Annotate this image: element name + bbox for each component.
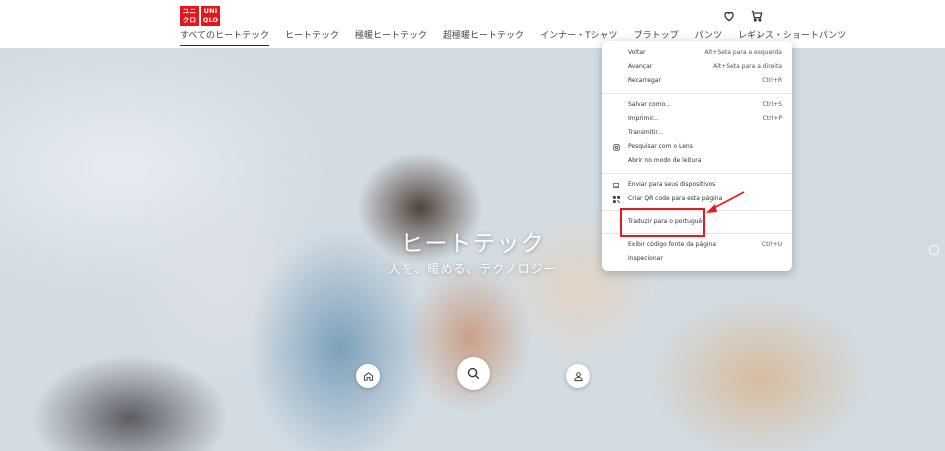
menu-item-label: Enviar para seus dispositivos (628, 180, 716, 188)
qr-code-icon (613, 195, 620, 203)
menu-item-shortcut: Alt+Seta para a direita (713, 63, 782, 71)
site-header: ユニ クロ UNI QLO すべてのヒートテック ヒートテック 極暖ヒートテック 超極… (0, 0, 945, 48)
menu-item-label: Pesquisar com o Lens (628, 143, 693, 151)
annotation-arrow-icon (706, 191, 745, 213)
menu-item[interactable]: Criar QR code para esta página (602, 192, 792, 206)
devices-icon (613, 182, 619, 188)
hero-subtitle: 人を、暖める、テクノロジー (388, 262, 557, 276)
header-icons (722, 9, 764, 23)
menu-item-label: Transmitir... (628, 128, 664, 136)
search-button[interactable] (457, 357, 490, 390)
menu-item-label: Imprimir... (628, 114, 659, 122)
nav-item[interactable]: 超極暖ヒートテック (443, 30, 524, 48)
logo-katakana-box: ユニ クロ (180, 6, 199, 26)
menu-item[interactable]: Avançar Alt+Seta para a direita (602, 60, 792, 74)
menu-item-shortcut: Ctrl+U (761, 241, 782, 249)
menu-item-label: Recarregar (628, 77, 661, 85)
menu-separator (602, 92, 792, 94)
hero-banner[interactable]: ヒートテック 人を、暖める、テクノロジー (0, 48, 945, 451)
menu-item[interactable]: Exibir código fonte da página Ctrl+U (602, 238, 792, 252)
menu-item-shortcut: Ctrl+P (762, 114, 782, 122)
nav-item[interactable]: すべてのヒートテック (180, 30, 270, 48)
lens-icon (613, 144, 620, 151)
nav-item[interactable]: ヒートテック (285, 30, 339, 48)
menu-item[interactable]: Pesquisar com o Lens (602, 140, 792, 154)
home-icon (363, 371, 373, 381)
menu-item-label: Avançar (628, 63, 653, 71)
menu-item[interactable]: Voltar Alt+Seta para a esquerda (602, 46, 792, 60)
menu-item-label: Salvar como... (628, 100, 671, 108)
hero-title: ヒートテック (400, 231, 545, 257)
menu-item-label: Voltar (628, 49, 646, 56)
menu-item[interactable]: Inspecionar (602, 252, 792, 266)
menu-item-label: Abrir no modo de leitura (628, 157, 702, 165)
menu-separator (602, 172, 792, 174)
logo-katakana-top: ユニ (182, 7, 197, 15)
logo-katakana-bottom: クロ (182, 16, 197, 24)
menu-item[interactable]: Abrir no modo de leitura (602, 154, 792, 168)
nav-item[interactable]: 極暖ヒートテック (355, 30, 427, 48)
annotation-highlight-box (620, 208, 705, 237)
menu-item-label: Exibir código fonte da página (628, 241, 717, 249)
account-button[interactable] (566, 364, 590, 388)
menu-item[interactable]: Enviar para seus dispositivos (602, 178, 792, 192)
user-icon (573, 371, 583, 381)
menu-item[interactable]: Salvar como... Ctrl+S (602, 98, 792, 112)
menu-item-shortcut: Ctrl+S (762, 100, 782, 108)
menu-item-shortcut: Ctrl+R (762, 77, 782, 85)
logo-latin-bottom: QLO (202, 16, 219, 24)
logo-latin-top: UNI (203, 7, 218, 15)
menu-item[interactable]: Recarregar Ctrl+R (602, 74, 792, 88)
heart-icon[interactable] (722, 9, 736, 23)
menu-item-label: Inspecionar (628, 255, 663, 263)
cart-icon[interactable] (750, 9, 764, 23)
menu-item-shortcut: Alt+Seta para a esquerda (704, 49, 782, 56)
search-icon (467, 367, 480, 380)
uniqlo-logo[interactable]: ユニ クロ UNI QLO (180, 6, 220, 26)
home-button[interactable] (356, 364, 380, 388)
logo-latin-box: UNI QLO (201, 6, 220, 26)
menu-item[interactable]: Transmitir... (602, 126, 792, 140)
side-scroll-handle[interactable] (929, 245, 939, 255)
menu-item[interactable]: Imprimir... Ctrl+P (602, 112, 792, 126)
